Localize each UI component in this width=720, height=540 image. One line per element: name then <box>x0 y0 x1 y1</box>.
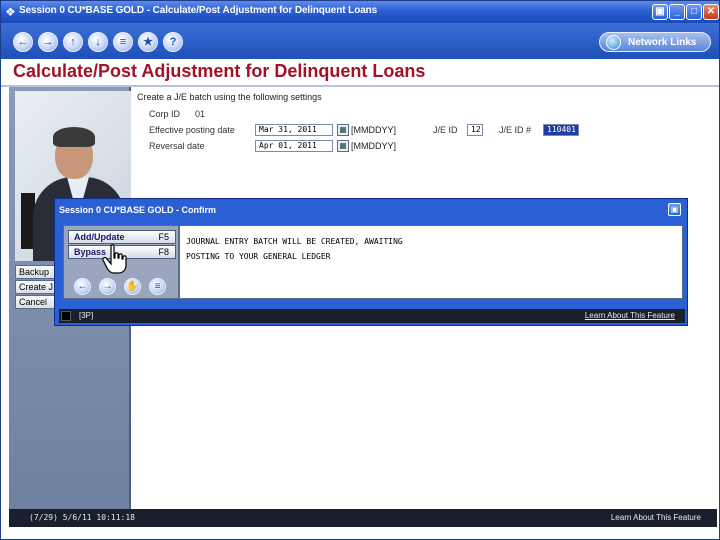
effective-date-input[interactable]: Mar 31, 2011 <box>255 124 333 136</box>
status-bar: (7/29) 5/6/11 10:11:18 Learn About This … <box>9 509 717 527</box>
reversal-date-format: [MMDDYY] <box>351 141 396 151</box>
dialog-status-bar: [3P] Learn About This Feature <box>59 309 685 323</box>
menu-icon[interactable]: ≡ <box>149 278 166 295</box>
je-number-label: J/E ID # <box>499 125 532 135</box>
down-icon[interactable]: ↓ <box>88 32 108 52</box>
je-id-label: J/E ID <box>433 125 458 135</box>
window-title: Session 0 CU*BASE GOLD - Calculate/Post … <box>19 5 378 16</box>
corp-id-value: 01 <box>195 109 206 119</box>
nav-toolbar: ← → ↑ ↓ ≡ ★ ? Network Links <box>1 23 719 59</box>
dialog-maximize-button[interactable]: ▣ <box>668 203 681 216</box>
up-icon[interactable]: ↑ <box>63 32 83 52</box>
restore-button[interactable]: ▣ <box>652 4 668 20</box>
effective-date-format: [MMDDYY] <box>351 125 396 135</box>
add-update-key: F5 <box>158 232 169 242</box>
page-header: Calculate/Post Adjustment for Delinquent… <box>1 59 719 87</box>
network-links-button[interactable]: Network Links <box>599 32 711 52</box>
maximize-button[interactable]: □ <box>686 4 702 20</box>
back-icon[interactable]: ← <box>13 32 33 52</box>
dialog-message-line-1: JOURNAL ENTRY BATCH WILL BE CREATED, AWA… <box>186 237 403 246</box>
title-bar: ❖ Session 0 CU*BASE GOLD - Calculate/Pos… <box>1 1 719 23</box>
calendar-icon[interactable]: ▦ <box>337 140 349 152</box>
back-icon[interactable]: ← <box>74 278 91 295</box>
calendar-icon[interactable]: ▦ <box>337 124 349 136</box>
network-links-label: Network Links <box>628 37 697 48</box>
dialog-message: JOURNAL ENTRY BATCH WILL BE CREATED, AWA… <box>179 225 683 299</box>
favorites-icon[interactable]: ★ <box>138 32 158 52</box>
help-icon[interactable]: ? <box>163 32 183 52</box>
hand-icon[interactable]: ✋ <box>124 278 141 295</box>
page-title: Calculate/Post Adjustment for Delinquent… <box>13 61 426 81</box>
menu-icon[interactable]: ≡ <box>113 32 133 52</box>
hand-cursor-icon <box>102 244 127 274</box>
close-button[interactable]: ✕ <box>703 4 719 20</box>
confirm-dialog: Session 0 CU*BASE GOLD - Confirm ▣ Add/U… <box>54 198 688 326</box>
globe-icon <box>606 35 621 50</box>
dialog-title: Session 0 CU*BASE GOLD - Confirm <box>59 205 217 215</box>
add-update-label: Add/Update <box>74 232 125 242</box>
dialog-message-line-2: POSTING TO YOUR GENERAL LEDGER <box>186 252 331 261</box>
je-id-input[interactable]: 12 <box>467 124 483 136</box>
status-timestamp: (7/29) 5/6/11 10:11:18 <box>29 513 135 522</box>
corp-id-label: Corp ID <box>149 109 181 119</box>
app-icon: ❖ <box>5 5 16 19</box>
je-number-input[interactable]: 110401 <box>543 124 579 136</box>
forward-icon[interactable]: → <box>38 32 58 52</box>
reversal-date-input[interactable]: Apr 01, 2011 <box>255 140 333 152</box>
form-intro: Create a J/E batch using the following s… <box>137 92 322 102</box>
minimize-button[interactable]: _ <box>669 4 685 20</box>
add-update-button[interactable]: Add/Update F5 <box>68 230 176 244</box>
effective-date-label: Effective posting date <box>149 125 235 135</box>
dialog-status-code: [3P] <box>79 311 94 320</box>
dialog-learn-about-link[interactable]: Learn About This Feature <box>585 311 675 320</box>
status-square-icon <box>61 311 71 321</box>
forward-icon[interactable]: → <box>99 278 116 295</box>
learn-about-link[interactable]: Learn About This Feature <box>611 513 701 522</box>
reversal-date-label: Reversal date <box>149 141 205 151</box>
bypass-key: F8 <box>158 247 169 257</box>
